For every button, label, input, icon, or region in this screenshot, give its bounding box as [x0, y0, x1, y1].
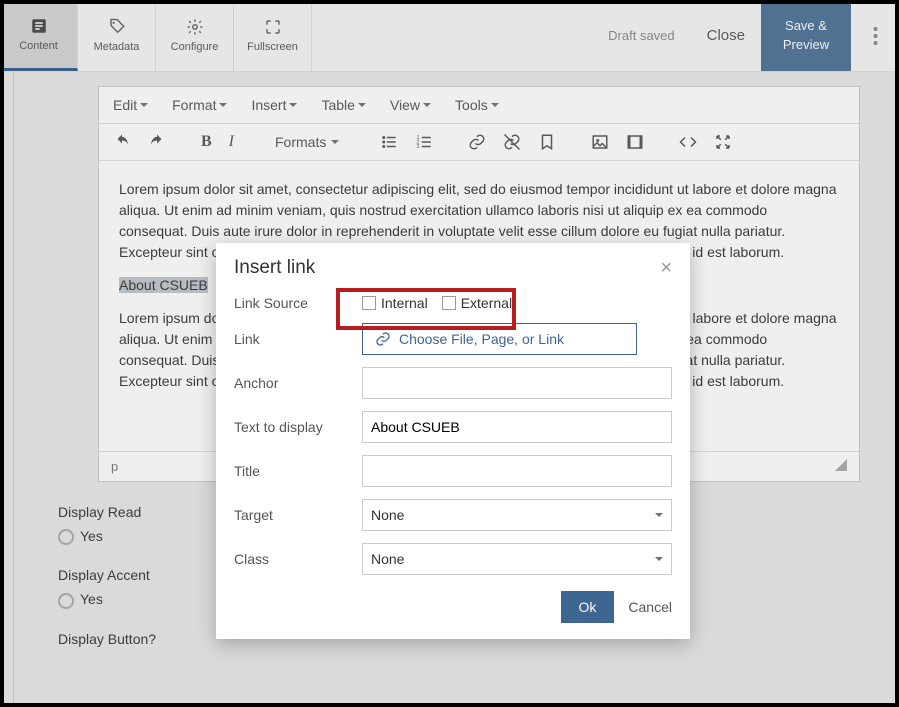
- checkbox-icon: [442, 296, 456, 310]
- row-target: Target None: [234, 499, 672, 531]
- modal-title: Insert link: [234, 257, 315, 279]
- label-class: Class: [234, 551, 362, 567]
- caret-down-icon: [655, 513, 663, 517]
- label-title: Title: [234, 463, 362, 479]
- row-anchor: Anchor: [234, 367, 672, 399]
- caret-down-icon: [655, 557, 663, 561]
- label-link: Link: [234, 331, 362, 347]
- target-dropdown[interactable]: None: [362, 499, 672, 531]
- modal-footer: Ok Cancel: [234, 591, 672, 623]
- checkbox-internal[interactable]: Internal: [362, 295, 428, 311]
- checkbox-icon: [362, 296, 376, 310]
- checkbox-external[interactable]: External: [442, 295, 512, 311]
- label-text-to-display: Text to display: [234, 419, 362, 435]
- choose-link-button[interactable]: Choose File, Page, or Link: [362, 323, 637, 355]
- class-dropdown[interactable]: None: [362, 543, 672, 575]
- row-title: Title: [234, 455, 672, 487]
- ok-button[interactable]: Ok: [561, 591, 615, 623]
- label-link-source: Link Source: [234, 295, 362, 311]
- row-text-to-display: Text to display: [234, 411, 672, 443]
- row-link-source: Link Source Internal External: [234, 295, 672, 311]
- text-to-display-input[interactable]: [362, 411, 672, 443]
- modal-header: Insert link ×: [234, 257, 672, 279]
- anchor-input[interactable]: [362, 367, 672, 399]
- insert-link-modal: Insert link × Link Source Internal Exter…: [216, 243, 690, 639]
- link-icon: [375, 331, 391, 347]
- close-icon[interactable]: ×: [660, 258, 672, 278]
- title-input[interactable]: [362, 455, 672, 487]
- label-target: Target: [234, 507, 362, 523]
- row-link: Link Choose File, Page, or Link: [234, 323, 672, 355]
- cancel-button[interactable]: Cancel: [628, 599, 672, 615]
- label-anchor: Anchor: [234, 375, 362, 391]
- row-class: Class None: [234, 543, 672, 575]
